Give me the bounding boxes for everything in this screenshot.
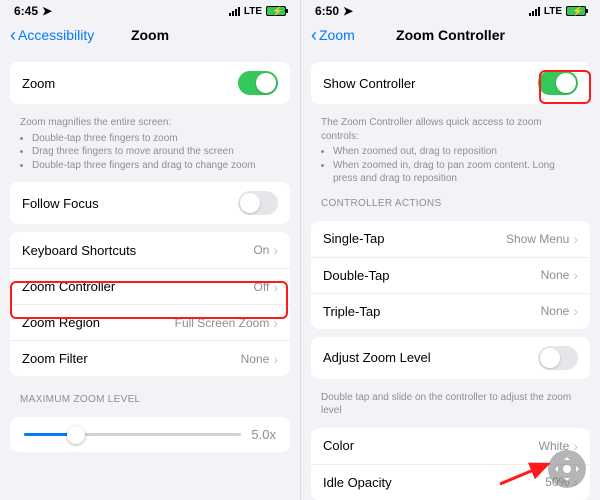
chevron-right-icon: › [573,303,578,319]
chevron-right-icon: › [273,351,278,367]
max-zoom-value: 5.0x [251,427,276,442]
chevron-left-icon: ‹ [311,26,317,44]
single-tap-row[interactable]: Single-Tap Show Menu› [311,221,590,257]
double-tap-row[interactable]: Double-Tap None› [311,257,590,293]
network-label: LTE [544,6,562,17]
zoom-filter-row[interactable]: Zoom Filter None› [10,340,290,376]
location-icon: ➤ [42,4,52,18]
back-button[interactable]: ‹ Accessibility [10,26,94,44]
zoom-toggle[interactable] [238,71,278,95]
status-bar: 6:50 ➤ LTE ⚡ [301,0,600,20]
phone-zoom-settings: 6:45 ➤ LTE ⚡ ‹ Accessibility Zoom Zoom [0,0,300,500]
show-controller-row: Show Controller [311,62,590,104]
follow-focus-toggle[interactable] [238,191,278,215]
status-time: 6:45 [14,4,38,18]
back-label: Accessibility [18,27,94,43]
battery-icon: ⚡ [566,6,586,16]
show-controller-toggle[interactable] [538,71,578,95]
nav-bar: ‹ Accessibility Zoom [0,20,300,54]
adjust-note: Double tap and slide on the controller t… [301,387,600,420]
signal-icon [529,7,540,16]
location-icon: ➤ [343,4,353,18]
follow-focus-row: Follow Focus [10,182,290,224]
nav-bar: ‹ Zoom Zoom Controller [301,20,600,54]
max-zoom-header: MAXIMUM ZOOM LEVEL [0,384,300,409]
back-label: Zoom [319,27,355,43]
keyboard-shortcuts-row[interactable]: Keyboard Shortcuts On› [10,232,290,268]
back-button[interactable]: ‹ Zoom [311,26,355,44]
zoom-region-row[interactable]: Zoom Region Full Screen Zoom› [10,304,290,340]
phone-zoom-controller: 6:50 ➤ LTE ⚡ ‹ Zoom Zoom Controller Show… [300,0,600,500]
chevron-left-icon: ‹ [10,26,16,44]
chevron-right-icon: › [273,242,278,258]
status-bar: 6:45 ➤ LTE ⚡ [0,0,300,20]
status-time: 6:50 [315,4,339,18]
max-zoom-slider[interactable] [24,433,241,436]
adjust-zoom-row: Adjust Zoom Level [311,337,590,379]
zoom-note: Zoom magnifies the entire screen: Double… [0,112,300,174]
zoom-label: Zoom [22,76,55,91]
signal-icon [229,7,240,16]
chevron-right-icon: › [573,267,578,283]
follow-focus-label: Follow Focus [22,196,99,211]
controller-note: The Zoom Controller allows quick access … [301,112,600,188]
triple-tap-row[interactable]: Triple-Tap None› [311,293,590,329]
adjust-zoom-toggle[interactable] [538,346,578,370]
chevron-right-icon: › [573,231,578,247]
zoom-controller-row[interactable]: Zoom Controller Off› [10,268,290,304]
chevron-right-icon: › [273,315,278,331]
battery-icon: ⚡ [266,6,286,16]
max-zoom-slider-row: 5.0x [10,417,290,452]
arrow-annotation [498,454,558,490]
chevron-right-icon: › [273,279,278,295]
controller-actions-header: CONTROLLER ACTIONS [301,188,600,213]
zoom-row: Zoom [10,62,290,104]
network-label: LTE [244,6,262,17]
